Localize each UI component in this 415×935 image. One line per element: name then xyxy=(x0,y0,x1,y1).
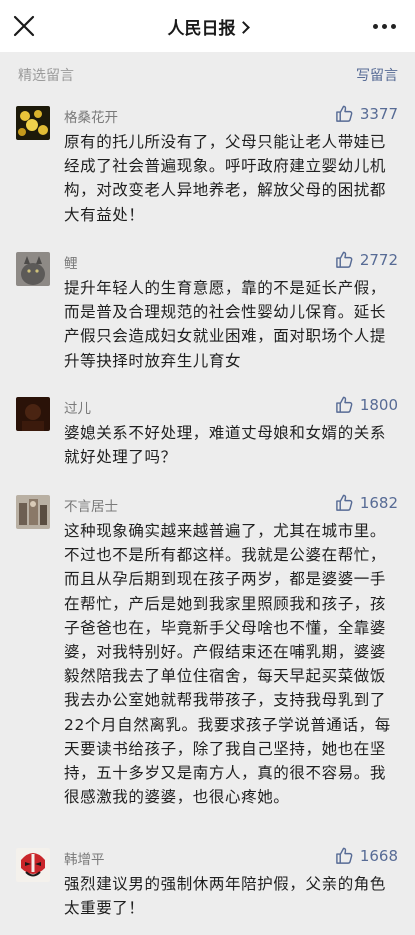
chevron-right-icon xyxy=(236,21,250,34)
thumbs-up-icon xyxy=(336,494,353,511)
like-count: 1682 xyxy=(359,493,398,512)
like-count: 1668 xyxy=(359,846,398,865)
like-button[interactable]: 3377 xyxy=(335,104,398,123)
like-count: 2772 xyxy=(359,250,398,269)
comment-text: 原有的托儿所没有了，父母只能让老人带娃已经成了社会普遍现象。呼吁政府建立婴幼儿机… xyxy=(64,133,387,224)
like-button[interactable]: 1668 xyxy=(335,846,398,865)
page-title: 人民日报 xyxy=(167,19,236,39)
comment-text: 强烈建议男的强制休两年陪护假，父亲的角色太重要了！ xyxy=(64,875,387,918)
avatar[interactable] xyxy=(16,495,50,529)
like-button[interactable]: 1800 xyxy=(335,395,398,414)
comment-text: 这种现象确实越来越普遍了，尤其在城市里。不过也不是所有都这样。我就是公婆在帮忙，… xyxy=(64,522,391,807)
thumbs-up-icon xyxy=(336,251,353,268)
commenter-name: 韩增平 xyxy=(64,852,105,868)
like-button[interactable]: 1682 xyxy=(335,493,398,512)
comments-header: 精选留言 写留言 xyxy=(0,52,415,96)
commenter-name: 格桑花开 xyxy=(64,110,118,126)
comment-text: 婆媳关系不好处理，难道丈母娘和女婿的关系就好处理了吗？ xyxy=(64,424,387,467)
write-comment-link[interactable]: 写留言 xyxy=(356,65,398,85)
commenter-name: 不言居士 xyxy=(64,499,118,515)
thumbs-up-icon xyxy=(336,105,353,122)
like-count: 3377 xyxy=(359,104,398,123)
avatar[interactable] xyxy=(16,848,50,882)
top-bar: 人民日报 xyxy=(0,0,415,52)
thumbs-up-icon xyxy=(336,847,353,864)
comment-text: 提升年轻人的生育意愿，靠的不是延长产假，而是普及合理规范的社会性婴幼儿保育。延长… xyxy=(64,279,387,370)
like-button[interactable]: 2772 xyxy=(335,250,398,269)
thumbs-up-icon xyxy=(336,396,353,413)
account-title-link[interactable]: 人民日报 xyxy=(0,14,415,39)
commenter-name: 过儿 xyxy=(64,401,91,417)
commenter-name: 鲤 xyxy=(64,256,78,272)
more-icon[interactable] xyxy=(373,24,397,30)
like-count: 1800 xyxy=(359,395,398,414)
avatar[interactable] xyxy=(16,106,50,140)
featured-comments-label: 精选留言 xyxy=(18,68,74,84)
avatar[interactable] xyxy=(16,397,50,431)
avatar[interactable] xyxy=(16,252,50,286)
